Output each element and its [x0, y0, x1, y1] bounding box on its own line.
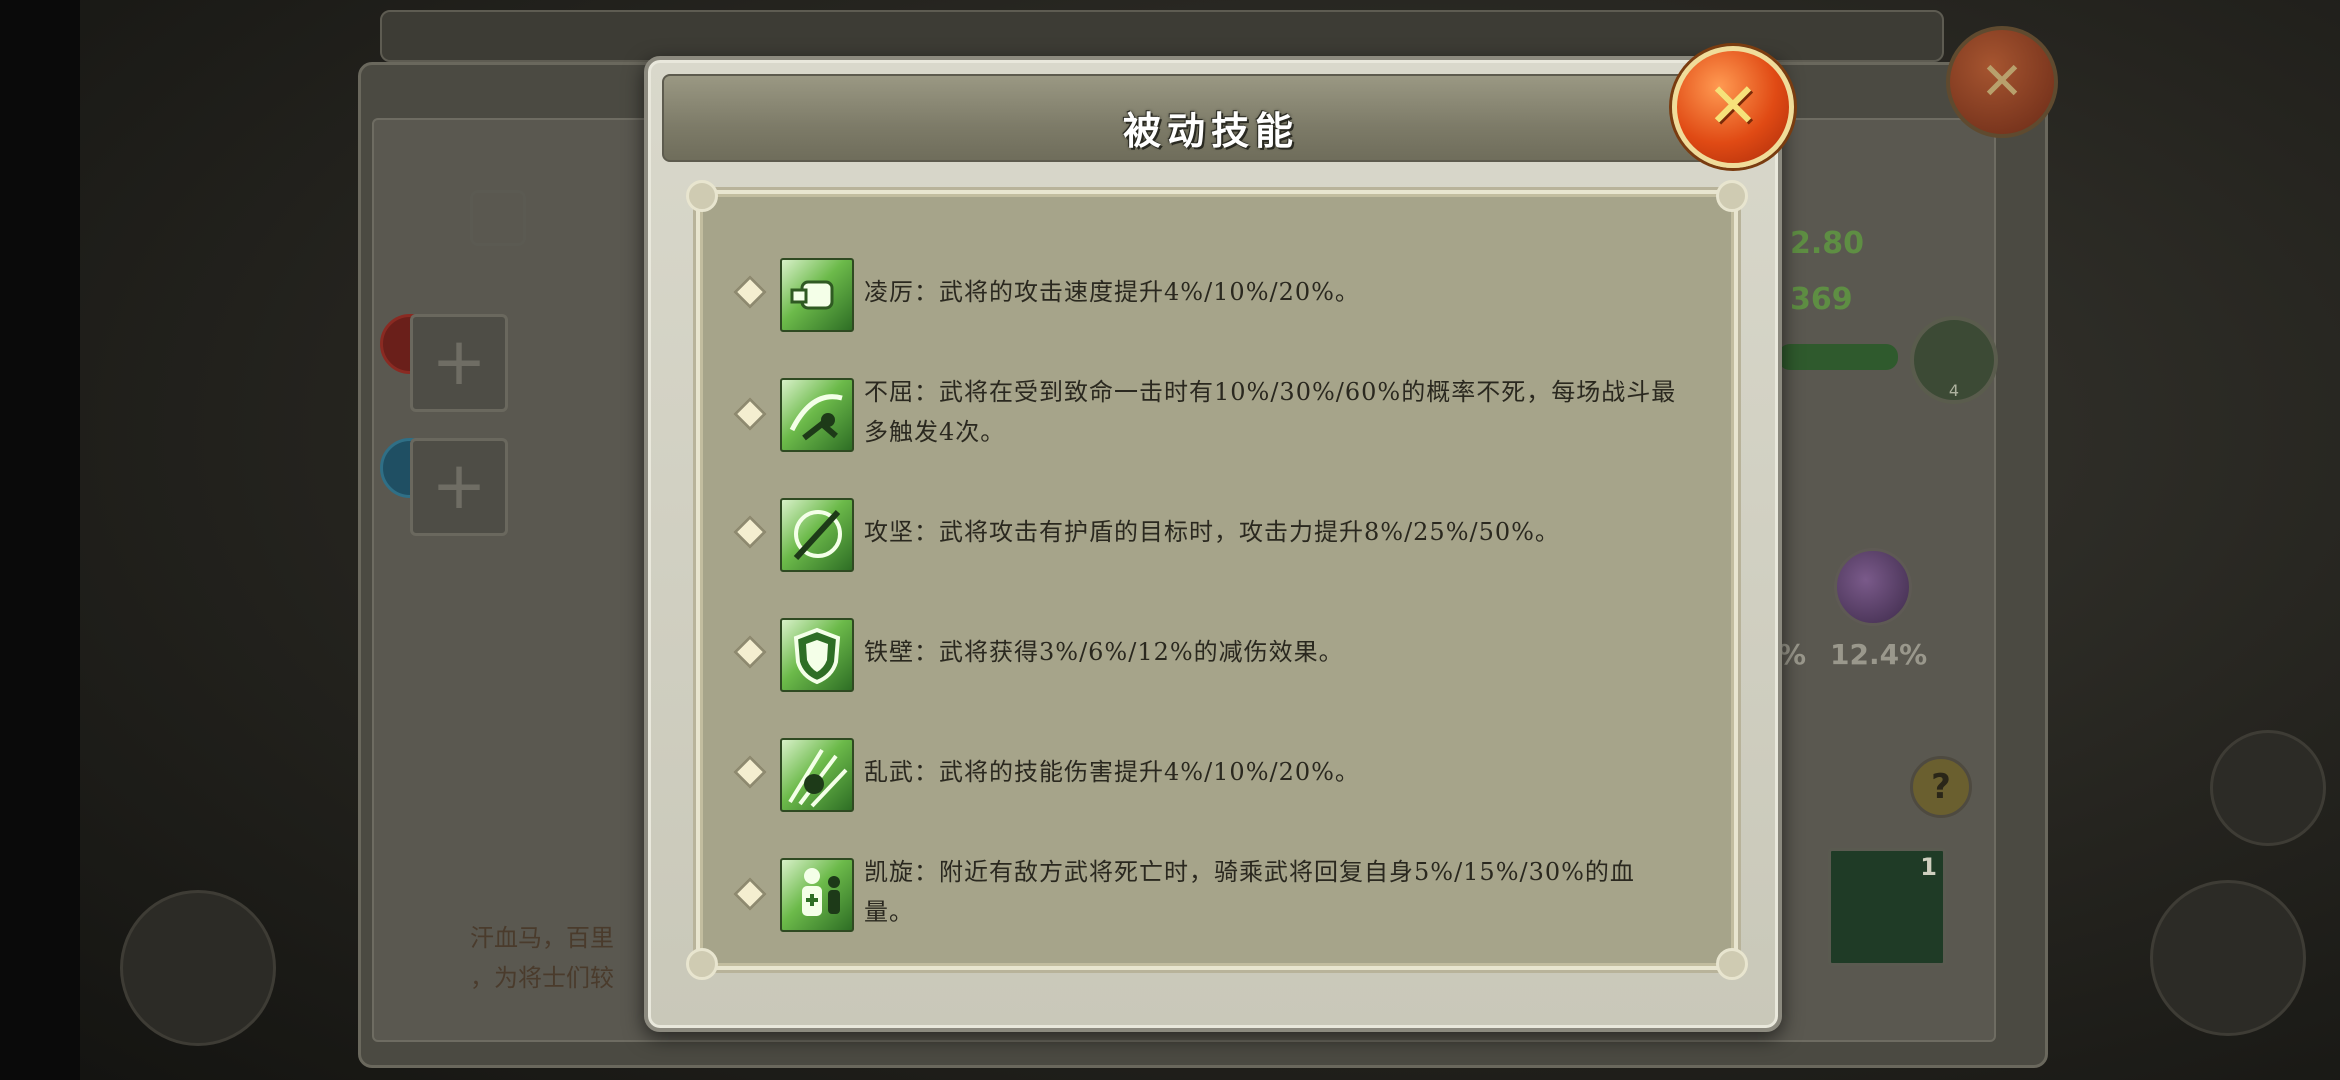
- stat-value-power: 369: [1790, 282, 1853, 317]
- frame-corner-ornament: [686, 948, 718, 980]
- item-count: 1: [1920, 853, 1937, 881]
- bullet-diamond-icon: [733, 877, 767, 911]
- shield-icon: [780, 618, 854, 692]
- bullet-diamond-icon: [733, 515, 767, 549]
- skill-row: 凯旋：附近有敌方武将死亡时，骑乘武将回复自身5%/15%/30%的血量。: [700, 852, 1734, 938]
- frame-corner-ornament: [1716, 180, 1748, 212]
- skill-row: 铁壁：武将获得3%/6%/12%的减伤效果。: [700, 612, 1734, 698]
- skills-list-panel: 凌厉：武将的攻击速度提升4%/10%/20%。 不屈：武将在受到致命一击时有10…: [686, 180, 1748, 980]
- description-line-2: ，为将士们较: [470, 964, 614, 992]
- meditation-item[interactable]: 1: [1828, 848, 1946, 966]
- dialog-header: 被动技能: [662, 74, 1760, 162]
- purple-orb-icon[interactable]: [1834, 548, 1912, 626]
- bullet-diamond-icon: [733, 397, 767, 431]
- background-close-button[interactable]: ✕: [1946, 26, 2058, 138]
- stat-percent-partial: %: [1778, 638, 1807, 671]
- stat-percent-value: 12.4%: [1830, 638, 1928, 671]
- burst-icon: [780, 738, 854, 812]
- heal-figure-icon: [780, 858, 854, 932]
- skill-description: 乱武：武将的技能伤害提升4%/10%/20%。: [864, 758, 1360, 786]
- bullet-diamond-icon: [733, 275, 767, 309]
- back-to-camp-button[interactable]: [120, 890, 276, 1046]
- skill-description: 攻坚：武将攻击有护盾的目标时，攻击力提升8%/25%/50%。: [864, 518, 1560, 546]
- fist-icon: [780, 258, 854, 332]
- bullet-diamond-icon: [733, 635, 767, 669]
- lock-icon: [470, 190, 526, 246]
- skill-row: 攻坚：武将攻击有护盾的目标时，攻击力提升8%/25%/50%。: [700, 492, 1734, 578]
- equip-slot-1[interactable]: [410, 314, 508, 412]
- skill-description: 不屈：武将在受到致命一击时有10%/30%/60%的概率不死，每场战斗最多触发4…: [864, 378, 1677, 446]
- passive-skills-dialog: 被动技能 凌厉：武将的攻击速度提升4%/10%/20%。 不屈：武将在受到致命一…: [644, 56, 1782, 1032]
- skill-description: 凯旋：附近有敌方武将死亡时，骑乘武将回复自身5%/15%/30%的血量。: [864, 858, 1635, 926]
- dodge-figure-icon: [780, 378, 854, 452]
- dialog-title: 被动技能: [1122, 109, 1299, 153]
- frame-corner-ornament: [1716, 948, 1748, 980]
- record-button[interactable]: [2210, 730, 2326, 846]
- skill-row: 乱武：武将的技能伤害提升4%/10%/20%。: [700, 732, 1734, 818]
- close-button[interactable]: ✕: [1672, 46, 1794, 168]
- frame-corner-ornament: [686, 180, 718, 212]
- skill-row: 凌厉：武将的攻击速度提升4%/10%/20%。: [700, 252, 1734, 338]
- experience-bar: [1778, 344, 1898, 370]
- stat-value-speed: 2.80: [1790, 226, 1865, 261]
- skill-description: 凌厉：武将的攻击速度提升4%/10%/20%。: [864, 278, 1360, 306]
- description-line-1: 汗血马，百里: [470, 924, 614, 952]
- slash-icon: [780, 498, 854, 572]
- help-button[interactable]: ?: [1910, 756, 1972, 818]
- equip-slot-2[interactable]: [410, 438, 508, 536]
- skill-row: 不屈：武将在受到致命一击时有10%/30%/60%的概率不死，每场战斗最多触发4…: [700, 372, 1734, 458]
- level-medal[interactable]: 4: [1910, 316, 1998, 404]
- bullet-diamond-icon: [733, 755, 767, 789]
- warehouse-button[interactable]: [2150, 880, 2306, 1036]
- skill-description: 铁壁：武将获得3%/6%/12%的减伤效果。: [864, 638, 1344, 666]
- level-badge: 4: [1948, 381, 1960, 400]
